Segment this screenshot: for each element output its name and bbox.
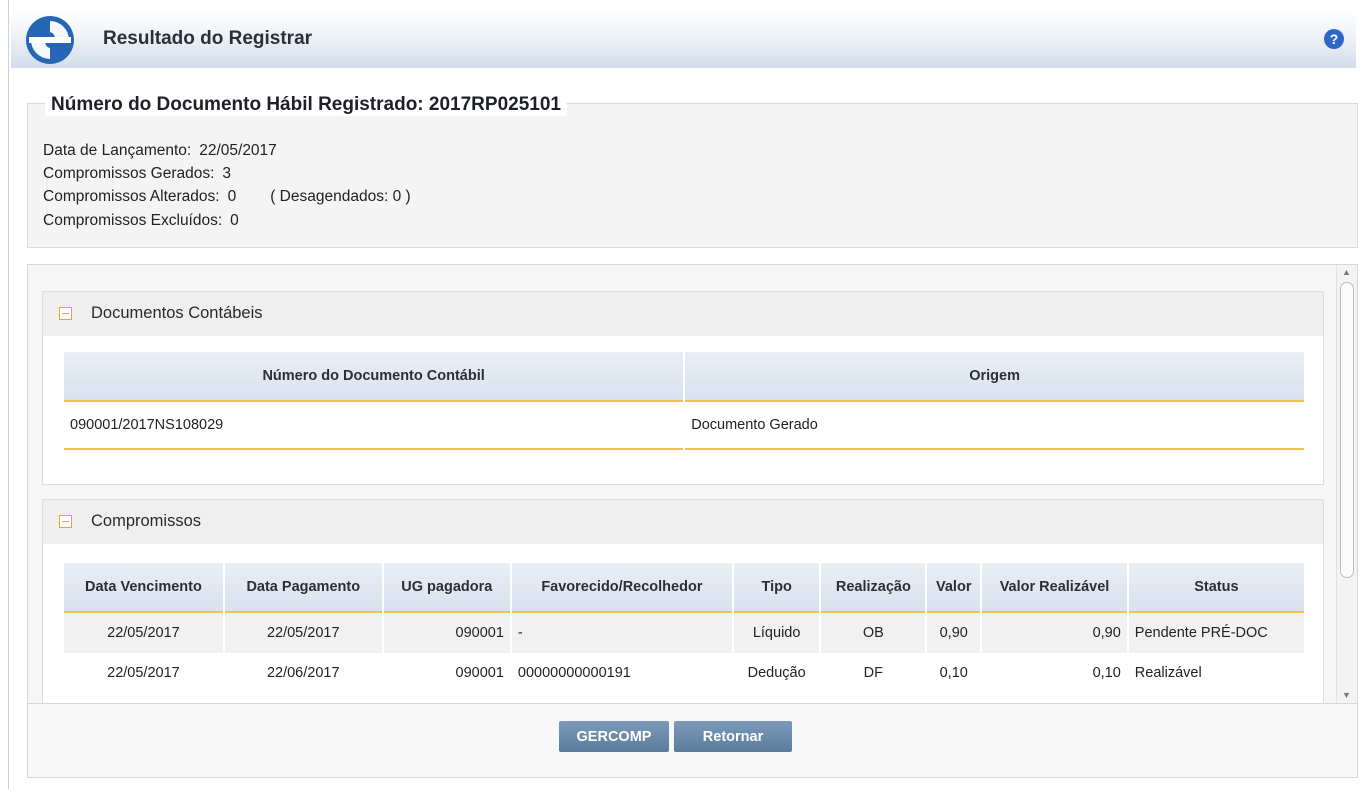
scroll-up-arrow-icon[interactable]: ▲	[1340, 267, 1353, 279]
page-title: Resultado do Registrar	[103, 28, 313, 49]
excluidos-value: 0	[230, 212, 239, 229]
scroll-down-arrow-icon[interactable]: ▼	[1340, 690, 1353, 702]
gercomp-button[interactable]: GERCOMP	[559, 721, 669, 752]
table-cell: 090001	[383, 653, 510, 693]
left-border-line	[8, 0, 9, 789]
documentos-contabeis-panel: Documentos Contábeis Número do Documento…	[42, 291, 1324, 485]
column-header[interactable]: UG pagadora	[383, 563, 510, 613]
desagendados-text: ( Desagendados: 0 )	[270, 188, 411, 205]
documentos-panel-title: Documentos Contábeis	[91, 304, 263, 322]
help-icon[interactable]: ?	[1324, 29, 1344, 49]
compromissos-alterados-line: Compromissos Alterados: 0 ( Desagendados: …	[43, 188, 411, 206]
data-lancamento-value: 22/05/2017	[199, 142, 277, 159]
column-header[interactable]: Realização	[821, 563, 926, 613]
table-cell: 090001/2017NS108029	[64, 402, 684, 450]
table-cell: 0,10	[927, 653, 981, 693]
gerados-value: 3	[222, 165, 232, 182]
collapse-icon[interactable]	[59, 515, 72, 528]
column-header[interactable]: Tipo	[733, 563, 820, 613]
alterados-value: 0	[227, 188, 237, 205]
column-header[interactable]: Origem	[685, 352, 1304, 402]
compromissos-panel-title: Compromissos	[91, 512, 202, 530]
table-cell: Líquido	[733, 613, 820, 653]
table-cell: Pendente PRÉ-DOC	[1128, 613, 1304, 653]
table-row[interactable]: 22/05/2017 22/05/2017 090001 - Líquido O…	[64, 613, 1304, 653]
table-cell: 22/05/2017	[64, 613, 223, 653]
compromissos-panel: Compromissos Data Vencimento Data Pagame…	[42, 499, 1324, 704]
compromissos-panel-header[interactable]: Compromissos	[43, 500, 1323, 544]
compromissos-excluidos-line: Compromissos Excluídos: 0	[43, 212, 239, 230]
results-scroll-area[interactable]: Documentos Contábeis Número do Documento…	[27, 264, 1358, 704]
page-header: Resultado do Registrar ?	[11, 10, 1356, 68]
table-cell: -	[511, 613, 732, 653]
table-cell: 0,90	[982, 613, 1127, 653]
table-cell: DF	[821, 653, 926, 693]
summary-legend: Número do Documento Hábil Registrado: 20…	[45, 94, 567, 116]
siafi-logo-icon	[26, 16, 74, 64]
documentos-table: Número do Documento Contábil Origem 0900…	[62, 352, 1306, 450]
scrollbar-thumb[interactable]	[1340, 282, 1354, 578]
table-row[interactable]: 090001/2017NS108029 Documento Gerado	[64, 402, 1304, 450]
documentos-panel-header[interactable]: Documentos Contábeis	[43, 292, 1323, 336]
compromissos-table: Data Vencimento Data Pagamento UG pagado…	[62, 563, 1306, 693]
table-cell: 0,10	[982, 653, 1127, 693]
table-row[interactable]: 22/05/2017 22/06/2017 090001 00000000000…	[64, 653, 1304, 693]
table-cell: 22/06/2017	[224, 653, 382, 693]
data-lancamento-label: Data de Lançamento:	[43, 142, 192, 159]
gerados-label: Compromissos Gerados:	[43, 165, 215, 182]
excluidos-label: Compromissos Excluídos:	[43, 212, 223, 229]
table-cell: Realizável	[1128, 653, 1304, 693]
table-cell: OB	[821, 613, 926, 653]
collapse-icon[interactable]	[59, 307, 72, 320]
column-header[interactable]: Valor Realizável	[982, 563, 1127, 613]
document-summary: Número do Documento Hábil Registrado: 20…	[27, 94, 1358, 248]
table-cell: 0,90	[927, 613, 981, 653]
table-cell: Documento Gerado	[685, 402, 1304, 450]
column-header[interactable]: Valor	[927, 563, 981, 613]
table-cell: Dedução	[733, 653, 820, 693]
column-header[interactable]: Data Pagamento	[224, 563, 382, 613]
data-lancamento-line: Data de Lançamento: 22/05/2017	[43, 142, 277, 160]
compromissos-gerados-line: Compromissos Gerados: 3	[43, 165, 231, 183]
vertical-scrollbar[interactable]: ▲ ▼	[1336, 265, 1357, 704]
alterados-label: Compromissos Alterados:	[43, 188, 220, 205]
table-cell: 090001	[383, 613, 510, 653]
table-cell: 22/05/2017	[224, 613, 382, 653]
table-cell: 00000000000191	[511, 653, 732, 693]
column-header[interactable]: Data Vencimento	[64, 563, 223, 613]
column-header[interactable]: Número do Documento Contábil	[64, 352, 684, 402]
action-bar: GERCOMP Retornar	[27, 703, 1358, 778]
column-header[interactable]: Status	[1128, 563, 1304, 613]
retornar-button[interactable]: Retornar	[674, 721, 792, 752]
column-header[interactable]: Favorecido/Recolhedor	[511, 563, 732, 613]
table-header-row: Data Vencimento Data Pagamento UG pagado…	[64, 563, 1304, 613]
table-cell: 22/05/2017	[64, 653, 223, 693]
table-header-row: Número do Documento Contábil Origem	[64, 352, 1304, 402]
